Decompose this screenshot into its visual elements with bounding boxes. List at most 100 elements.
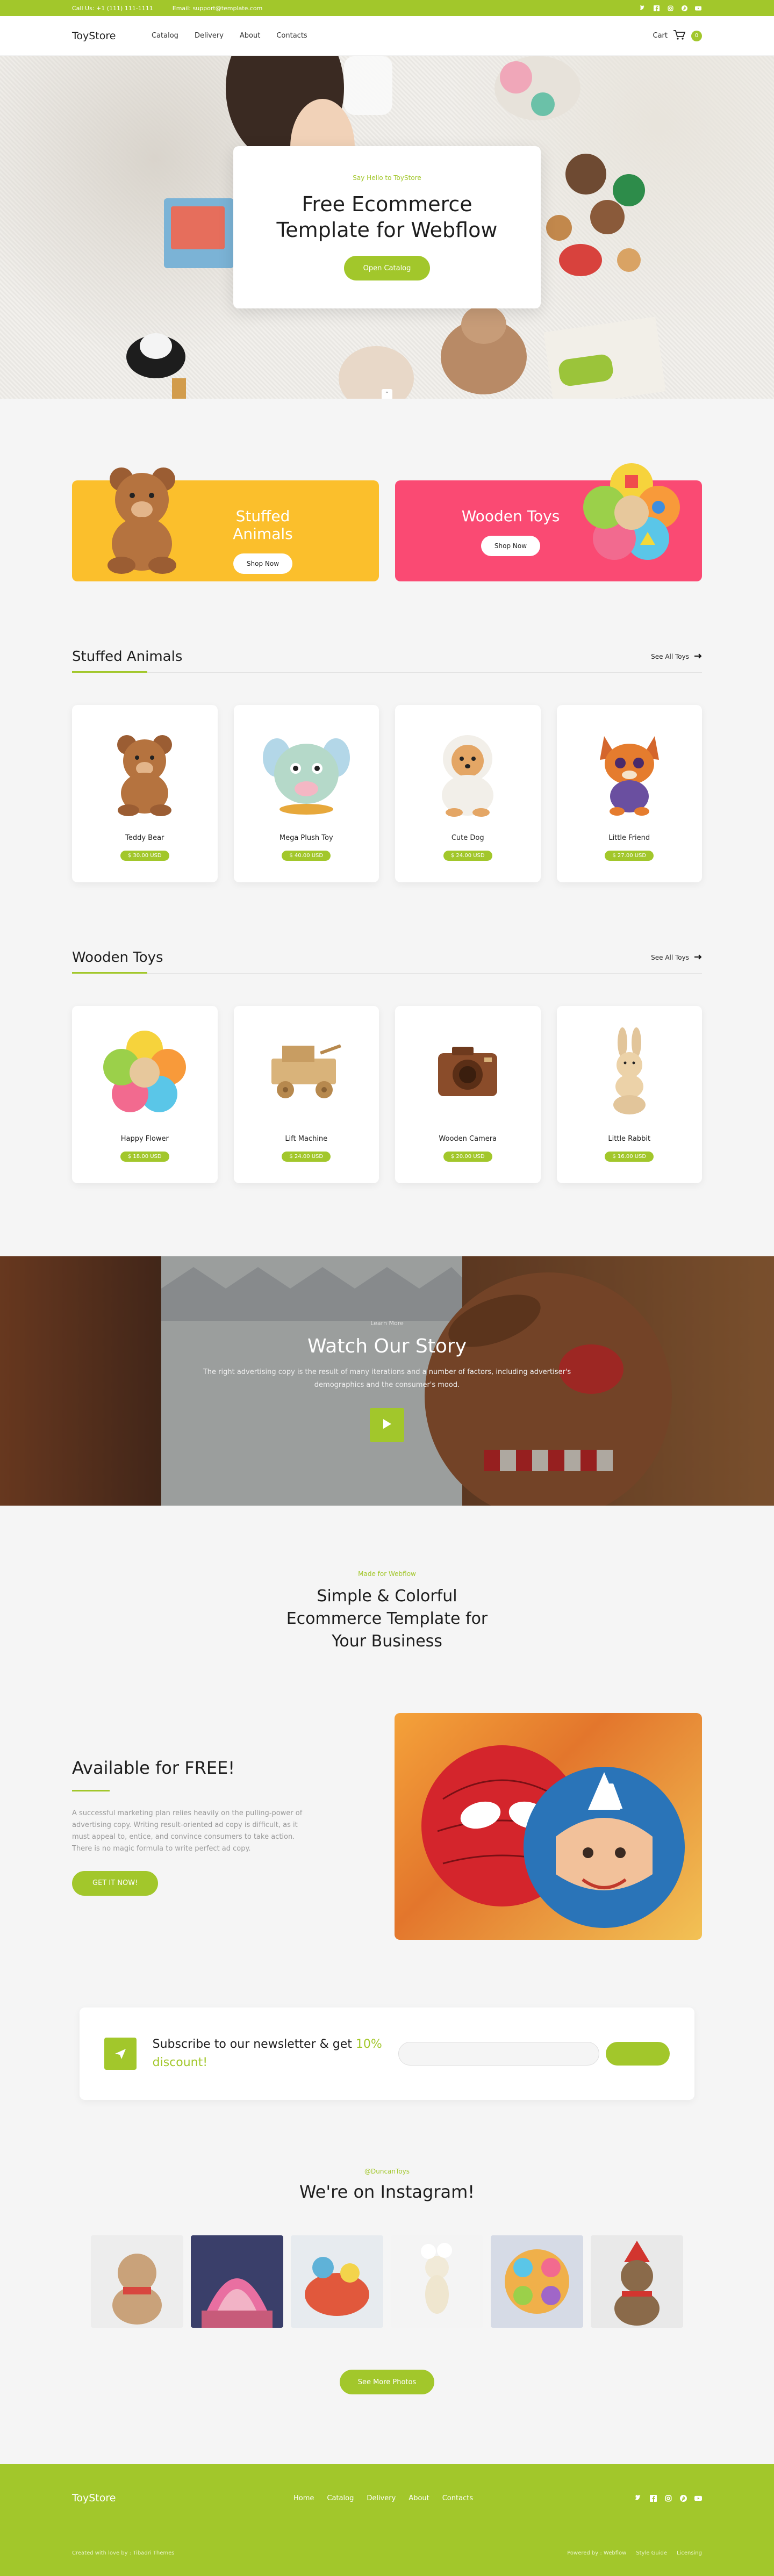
product-card[interactable]: Little Rabbit $ 16.00 USD bbox=[556, 1006, 703, 1183]
footer-social-links bbox=[634, 2494, 702, 2502]
instagram-photo[interactable] bbox=[291, 2235, 383, 2328]
product-name[interactable]: Mega Plush Toy bbox=[234, 834, 379, 842]
promo-wooden-toys[interactable]: Wooden Toys Shop Now bbox=[395, 463, 702, 581]
product-grid: Happy Flower $ 18.00 USD Lift Machine $ … bbox=[72, 1006, 702, 1183]
newsletter-submit-button[interactable] bbox=[605, 2042, 670, 2066]
footer-logo[interactable]: ToyStore bbox=[72, 2492, 293, 2504]
email-text[interactable]: Email: support@template.com bbox=[173, 5, 263, 12]
instagram-icon[interactable] bbox=[664, 2494, 672, 2502]
cart-button[interactable]: Cart 0 bbox=[653, 30, 702, 42]
product-name[interactable]: Lift Machine bbox=[234, 1135, 379, 1143]
see-all-label: See All Toys bbox=[651, 953, 689, 961]
instagram-icon[interactable] bbox=[666, 4, 674, 12]
footer-bottom: Created with love by : Tibadri Themes Po… bbox=[0, 2550, 774, 2556]
site-logo[interactable]: ToyStore bbox=[72, 30, 152, 42]
product-card[interactable]: Wooden Camera $ 20.00 USD bbox=[395, 1006, 541, 1183]
newsletter-box: Subscribe to our newsletter & get 10% di… bbox=[80, 2007, 694, 2100]
newsletter-email-input[interactable] bbox=[398, 2042, 599, 2066]
shop-now-wooden-button[interactable]: Shop Now bbox=[481, 536, 540, 556]
product-name[interactable]: Cute Dog bbox=[395, 834, 541, 842]
product-card[interactable]: Lift Machine $ 24.00 USD bbox=[233, 1006, 379, 1183]
product-price: $ 24.00 USD bbox=[282, 1152, 331, 1162]
product-price: $ 27.00 USD bbox=[605, 851, 654, 861]
instagram-photo[interactable] bbox=[591, 2235, 683, 2328]
see-more-photos-button[interactable]: See More Photos bbox=[339, 2370, 435, 2394]
fox-image bbox=[599, 736, 659, 816]
send-icon bbox=[104, 2038, 137, 2070]
footer-item-contacts[interactable]: Contacts bbox=[442, 2494, 473, 2502]
instagram-photo[interactable] bbox=[191, 2235, 283, 2328]
cart-icon bbox=[673, 30, 686, 42]
story-eyebrow: Learn More bbox=[370, 1320, 404, 1327]
pinterest-icon[interactable] bbox=[679, 2494, 687, 2502]
arrow-right-icon bbox=[694, 954, 702, 961]
truck-image bbox=[271, 1044, 341, 1098]
twitter-icon[interactable] bbox=[639, 4, 646, 12]
product-price: $ 18.00 USD bbox=[120, 1152, 169, 1162]
nav-item-about[interactable]: About bbox=[240, 32, 260, 40]
svg-text:A: A bbox=[596, 1778, 623, 1817]
product-name[interactable]: Wooden Camera bbox=[395, 1135, 541, 1143]
see-all-toys-link[interactable]: See All Toys bbox=[651, 653, 702, 660]
product-name[interactable]: Little Friend bbox=[557, 834, 703, 842]
free-content: Available for FREE! A successful marketi… bbox=[72, 1758, 395, 1896]
footer: ToyStore Home Catalog Delivery About Con… bbox=[0, 2464, 774, 2576]
social-links bbox=[639, 4, 702, 12]
facebook-icon[interactable] bbox=[649, 2494, 657, 2502]
made-title: Simple & Colorful Ecommerce Template for… bbox=[286, 1587, 488, 1651]
style-guide-link[interactable]: Style Guide bbox=[636, 2550, 667, 2556]
wooden-toys-section: Wooden Toys See All Toys Happy Flower $ … bbox=[0, 941, 774, 1183]
shop-now-stuffed-button[interactable]: Shop Now bbox=[233, 553, 292, 574]
product-price: $ 30.00 USD bbox=[120, 851, 169, 861]
twitter-icon[interactable] bbox=[634, 2494, 642, 2502]
product-name[interactable]: Teddy Bear bbox=[72, 834, 218, 842]
youtube-icon[interactable] bbox=[694, 2494, 702, 2502]
section-title: Stuffed Animals bbox=[72, 648, 183, 665]
promo-stuffed-animals[interactable]: Stuffed Animals Shop Now bbox=[72, 467, 379, 581]
product-card[interactable]: Cute Dog $ 24.00 USD bbox=[395, 705, 541, 882]
product-name[interactable]: Happy Flower bbox=[72, 1135, 218, 1143]
instagram-title: We're on Instagram! bbox=[299, 2182, 475, 2202]
product-name[interactable]: Little Rabbit bbox=[557, 1135, 703, 1143]
pinterest-icon[interactable] bbox=[680, 4, 688, 12]
hero-card: Say Hello to ToyStore Free Ecommerce Tem… bbox=[233, 146, 541, 308]
newsletter-text: Subscribe to our newsletter & get 10% di… bbox=[153, 2035, 393, 2072]
powered-by-link[interactable]: Powered by : Webflow bbox=[567, 2550, 626, 2556]
flower-puzzle-image bbox=[103, 1031, 187, 1112]
instagram-section: @DuncanToys We're on Instagram! See More… bbox=[0, 2168, 774, 2394]
free-text: A successful marketing plan relies heavi… bbox=[72, 1809, 303, 1853]
footer-item-about[interactable]: About bbox=[408, 2494, 429, 2502]
open-catalog-button[interactable]: Open Catalog bbox=[343, 256, 431, 280]
instagram-photo[interactable] bbox=[391, 2235, 483, 2328]
newsletter-main-text: Subscribe to our newsletter & get bbox=[152, 2038, 352, 2051]
footer-item-delivery[interactable]: Delivery bbox=[367, 2494, 396, 2502]
facebook-icon[interactable] bbox=[653, 4, 660, 12]
footer-item-home[interactable]: Home bbox=[293, 2494, 314, 2502]
teddy-bear-image bbox=[117, 735, 173, 816]
nav-item-delivery[interactable]: Delivery bbox=[195, 32, 224, 40]
footer-bottom-links: Powered by : Webflow Style Guide Licensi… bbox=[567, 2550, 702, 2556]
play-video-button[interactable] bbox=[370, 1408, 404, 1442]
free-title: Available for FREE! bbox=[72, 1757, 235, 1778]
made-for-webflow-section: Made for Webflow Simple & Colorful Ecomm… bbox=[0, 1570, 774, 1653]
product-card[interactable]: Teddy Bear $ 30.00 USD bbox=[72, 705, 218, 882]
get-it-now-button[interactable]: GET IT NOW! bbox=[72, 1870, 159, 1896]
cart-count-badge: 0 bbox=[691, 30, 702, 41]
promo-text-wooden: Wooden Toys Shop Now bbox=[460, 507, 562, 556]
nav-item-contacts[interactable]: Contacts bbox=[276, 32, 307, 40]
product-card[interactable]: Little Friend $ 27.00 USD bbox=[556, 705, 703, 882]
hero-eyebrow: Say Hello to ToyStore bbox=[353, 174, 421, 182]
youtube-icon[interactable] bbox=[694, 4, 702, 12]
instagram-photo[interactable] bbox=[91, 2235, 183, 2328]
instagram-photo[interactable] bbox=[491, 2235, 583, 2328]
footer-item-catalog[interactable]: Catalog bbox=[327, 2494, 354, 2502]
scroll-down-icon[interactable]: ⌃ bbox=[382, 389, 392, 399]
see-all-toys-link[interactable]: See All Toys bbox=[651, 954, 702, 961]
arrow-right-icon bbox=[694, 653, 702, 660]
licensing-link[interactable]: Licensing bbox=[677, 2550, 702, 2556]
product-card[interactable]: Mega Plush Toy $ 40.00 USD bbox=[233, 705, 379, 882]
instagram-photos bbox=[0, 2235, 774, 2328]
product-card[interactable]: Happy Flower $ 18.00 USD bbox=[72, 1006, 218, 1183]
instagram-handle[interactable]: @DuncanToys bbox=[0, 2168, 774, 2175]
nav-item-catalog[interactable]: Catalog bbox=[152, 32, 178, 40]
